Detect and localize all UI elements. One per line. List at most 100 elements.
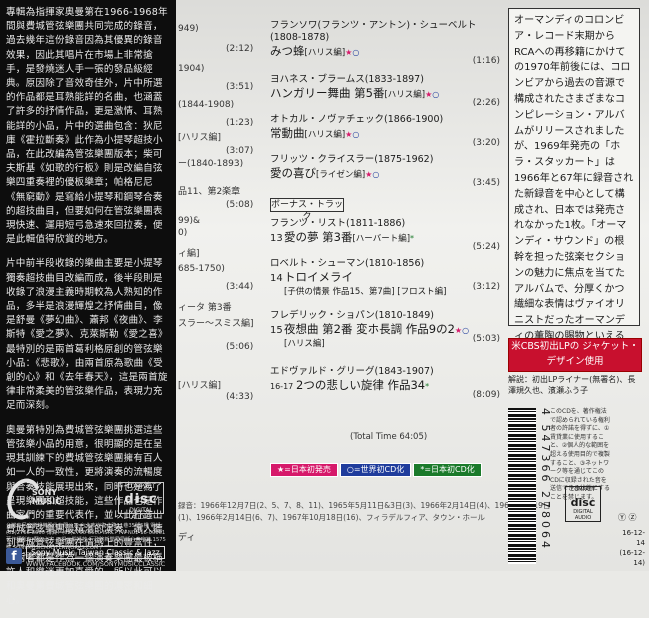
track-duration: (1:16) [472,56,500,66]
credit-line: (1)、1966年2月14日(6、7)、1967年10月18日(16)、フィラデ… [178,513,485,522]
track-composer-dates: (1808-1878) [270,32,330,43]
catalog-code: (16-12-14) [619,549,645,567]
track-duration: (5:24) [472,242,500,252]
track-composer: ロベルト・シューマン(1810-1856) [270,258,425,269]
track-item: エドヴァルド・グリーグ(1843-1907) 16-17 2つの悲しい旋律 作品3… [270,366,500,400]
compact-disc-logo-right: COMPACT disc DIGITAL AUDIO [565,486,601,522]
jacket-design-notice: 米CBS初出LPの ジャケット・デザイン使用 [508,338,642,372]
track-number: 16-17 [270,382,294,391]
left-col-line: ー(1840-1893) [178,159,244,169]
recording-credits: 録音：1966年12月7日(2、5、7、8、11)、1965年5月11日&3日(… [178,500,550,524]
legend-world-first-cd: ○=世界初CD化 [339,463,412,477]
facebook-icon: f [6,548,22,564]
left-col-line: (5:08) [226,200,254,210]
track-arranger: [子供の情景 作品15、第7曲] [フロスト編] [284,287,447,297]
track-arranger: [ライゼン編] [316,170,366,180]
total-time: (Total Time 64:05) [350,432,428,442]
world-first-cd-badge: ○ [432,90,440,99]
world-first-cd-badge: ○ [352,48,360,57]
left-col-line: ディ [178,533,196,543]
track-title: みつ蜂 [270,44,305,58]
track-composer: フランツ・リスト(1811-1886) [270,218,406,229]
sony-music-logo: SONY MUSIC [1,473,66,525]
left-col-line: (2:12) [226,44,254,54]
bonus-track-label: ボーナス・トラック [270,198,344,222]
track-duration: (3:45) [472,178,500,188]
left-col-line: (3:07) [226,146,254,156]
left-col-line: 99)& [178,216,200,226]
catalog-codes: 16-12-14 (16-12-14) [615,528,645,568]
album-description-box: オーマンディのコロンビア・レコード末期からRCAへの再移籍にかけての1970年前… [508,8,640,358]
track-title: 愛の喜び [270,166,316,180]
track-title: 夜想曲 第2番 変ホ長調 作品9の2 [284,322,455,336]
left-col-line: (5:06) [226,342,254,352]
left-col-line: ィータ 第3番 [178,303,232,313]
track-duration: (8:09) [472,390,500,400]
barcode-bars [508,408,536,564]
track-title: トロイメライ [284,270,353,284]
track-item: ロベルト・シューマン(1810-1856) 14トロイメライ [子供の情景 作品… [270,258,500,298]
track-duration: (5:03) [472,334,500,344]
obi-paragraph-2: 片中前半段收錄的樂曲主要是小提琴獨奏超技曲目改編而成，後半段則是收錄了浪漫主義時… [6,258,168,412]
legend-japan-first-cd: *=日本初CD化 [413,463,482,477]
track-item: フリッツ・クライスラー(1875-1962) 愛の喜び[ライゼン編]★○ (3:… [270,154,500,188]
track-item: ヨハネス・ブラームス(1833-1897) ハンガリー舞曲 第5番[ハリス編]★… [270,74,500,108]
left-col-line: [ハリス編] [178,133,222,143]
left-col-line: (4:33) [226,392,254,402]
track-item: フランソワ(フランツ・アントン)・シューベルト (1808-1878) みつ蜂[… [270,20,500,66]
sony-music-label: SONY MUSIC [32,488,62,506]
cd-logo-main: disc [570,496,596,509]
cd-logo-bottom: DIGITAL AUDIO [573,509,593,521]
track-composer: エドヴァルド・グリーグ(1843-1907) [270,366,434,377]
track-duration: (2:26) [472,98,500,108]
track-title: 2つの悲しい旋律 作品34 [296,378,426,392]
left-col-line: スラー～スミス編] [178,319,254,329]
left-col-line: ィ編] [178,249,200,259]
japan-first-cd-badge: * [410,234,415,243]
track-composer: フリッツ・クライスラー(1875-1962) [270,154,434,165]
track-arranger: [ハリス編] [384,90,426,100]
track-duration: (3:12) [472,282,500,292]
left-col-line: [ハリス編] [178,381,222,391]
track-item: フランツ・リスト(1811-1886) 13愛の夢 第3番[ハーバート編]* (… [270,218,500,252]
left-col-line: (1844-1908) [178,100,235,110]
track-title: 常動曲 [270,126,305,140]
left-col-line: (1:23) [226,118,254,128]
cd-logo-top: COMPACT [126,483,156,490]
cd-logo-top: COMPACT [570,487,596,493]
left-col-line: (3:51) [226,82,254,92]
left-col-line: 1904) [178,64,205,74]
world-first-cd-badge: ○ [372,170,380,179]
cd-logo-bottom: DIGITAL AUDIO [129,507,153,521]
world-first-cd-badge: ○ [352,130,360,139]
track-arranger: [ハリス編] [304,48,346,58]
facebook-page-label: Sony Music Taiwan Classic & Jazz [26,546,165,559]
track-arranger: [ハリス編] [304,130,346,140]
left-col-line: (3:44) [226,282,254,292]
track-composer: ヨハネス・ブラームス(1833-1897) [270,74,424,85]
liner-notes-credit: 解説：初出LPライナー(無署名)、長澤規久也、濱瀬ふう子 [508,375,636,395]
obi-paragraph-1: 專輯為指揮家奧曼第在1966-1968年間與費城管弦樂團共同完成的錄音，過去幾年… [6,7,168,246]
world-first-cd-badge: ○ [462,326,470,335]
badge-legend: ★=日本初発売 ○=世界初CD化 *=日本初CD化 [270,463,482,477]
facebook-url: WWW.FACEBOOK.COM/SONYMUSICCLASSIC [26,560,166,568]
track-composer: オトカル・ノヴァチェック(1866-1900) [270,114,444,125]
track-composer: フレデリック・ショパン(1810-1849) [270,310,434,321]
compact-disc-logo: COMPACT disc DIGITAL AUDIO [118,482,164,521]
left-col-line: 949) [178,24,199,34]
track-arranger: [ハリス編] [284,339,325,349]
left-col-line: 685-1750) [178,264,225,274]
track-item: オトカル・ノヴァチェック(1866-1900) 常動曲[ハリス編]★○ (3:2… [270,114,500,148]
track-number: 14 [270,273,283,284]
legend-first-release: ★=日本初発売 [270,463,338,477]
rating-marks: Ⓨ Ⓩ [618,513,637,522]
catalog-code: 16-12-14 [622,529,645,547]
track-item: フレデリック・ショパン(1810-1849) 15夜想曲 第2番 変ホ長調 作品… [270,310,500,350]
track-duration: (3:20) [472,138,500,148]
left-col-line: 0) [178,228,188,238]
track-title: 愛の夢 第3番 [284,230,353,244]
track-composer: フランソワ(フランツ・アントン)・シューベルト [270,20,477,31]
track-number: 15 [270,325,283,336]
obi-strip: 專輯為指揮家奧曼第在1966-1968年間與費城管弦樂團共同完成的錄音，過去幾年… [0,0,176,606]
track-title: ハンガリー舞曲 第5番 [270,86,385,100]
